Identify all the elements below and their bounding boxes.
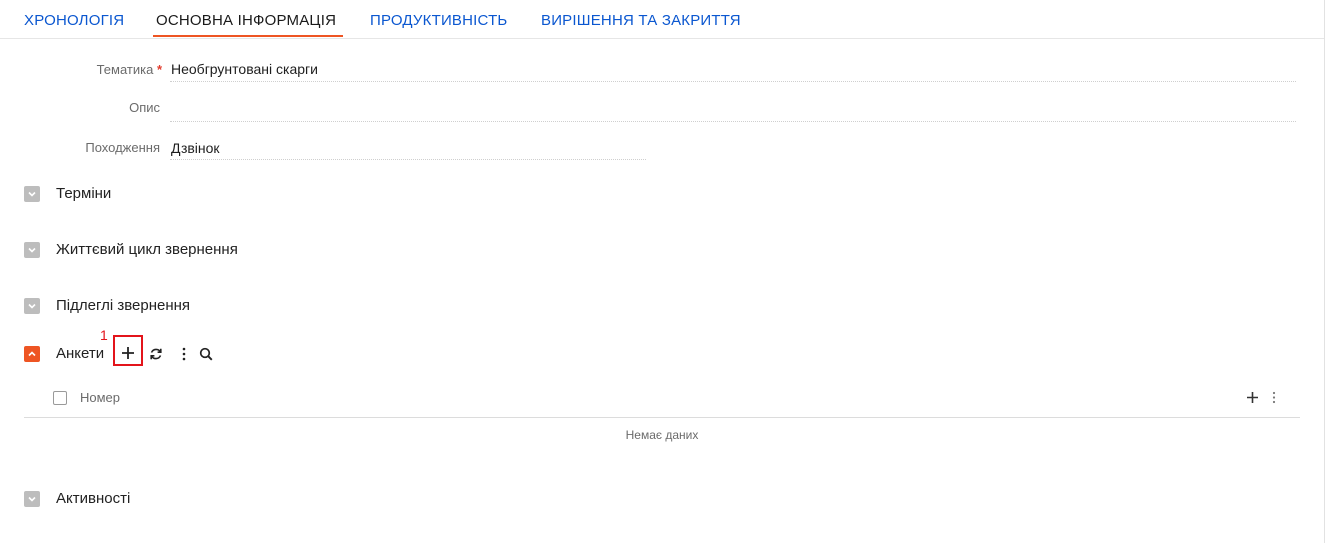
questionnaires-section-title[interactable]: Анкети: [56, 345, 104, 362]
vertical-dots-icon: [182, 347, 186, 361]
activities-section-title[interactable]: Активності: [56, 490, 130, 507]
topic-label: Тематика *: [96, 62, 162, 77]
tab-bar: ХРОНОЛОГІЯ ОСНОВНА ІНФОРМАЦІЯ ПРОДУКТИВН…: [0, 0, 1324, 39]
terms-section-title[interactable]: Терміни: [56, 185, 111, 202]
annotation-highlight-box: [113, 335, 143, 366]
description-label: Опис: [129, 100, 160, 115]
tab-main-info[interactable]: ОСНОВНА ІНФОРМАЦІЯ: [156, 12, 336, 29]
origin-field[interactable]: Дзвінок: [171, 140, 220, 156]
description-field[interactable]: [171, 100, 1291, 118]
lifecycle-section-title[interactable]: Життєвий цикл звернення: [56, 241, 238, 258]
subordinate-section-title[interactable]: Підлеглі звернення: [56, 297, 190, 314]
origin-label: Походження: [85, 140, 160, 155]
activities-toggle[interactable]: [24, 491, 40, 507]
annotation-number: 1: [100, 327, 108, 343]
tab-resolution-closing[interactable]: ВИРІШЕННЯ ТА ЗАКРИТТЯ: [541, 12, 741, 29]
grid-header-divider: [24, 417, 1300, 418]
panel-border: [1324, 0, 1325, 543]
search-icon: [199, 347, 213, 361]
add-column-button[interactable]: [1244, 389, 1260, 405]
required-marker: *: [156, 62, 162, 77]
terms-toggle[interactable]: [24, 186, 40, 202]
more-options-button[interactable]: [177, 345, 191, 363]
lifecycle-toggle[interactable]: [24, 242, 40, 258]
search-button[interactable]: [197, 345, 215, 363]
plus-icon: [1246, 391, 1258, 403]
chevron-down-icon: [28, 496, 36, 502]
refresh-icon: [150, 348, 162, 360]
chevron-down-icon: [28, 247, 36, 253]
description-field-underline: [170, 121, 1296, 122]
chevron-down-icon: [28, 303, 36, 309]
refresh-button[interactable]: [147, 345, 165, 363]
tab-chronology[interactable]: ХРОНОЛОГІЯ: [24, 12, 124, 29]
chevron-down-icon: [28, 191, 36, 197]
chevron-up-icon: [28, 351, 36, 357]
column-header-number[interactable]: Номер: [80, 390, 120, 405]
select-all-checkbox[interactable]: [53, 391, 67, 405]
grid-more-options-button[interactable]: [1268, 389, 1280, 405]
empty-grid-message: Немає даних: [625, 428, 699, 442]
topic-field[interactable]: Необгрунтовані скарги: [171, 61, 318, 77]
active-tab-indicator: [153, 35, 343, 37]
questionnaires-toggle[interactable]: [24, 346, 40, 362]
vertical-dots-icon: [1272, 391, 1276, 403]
tab-productivity[interactable]: ПРОДУКТИВНІСТЬ: [370, 12, 507, 29]
origin-field-underline: [170, 159, 646, 160]
subordinate-toggle[interactable]: [24, 298, 40, 314]
topic-field-underline: [170, 81, 1296, 82]
